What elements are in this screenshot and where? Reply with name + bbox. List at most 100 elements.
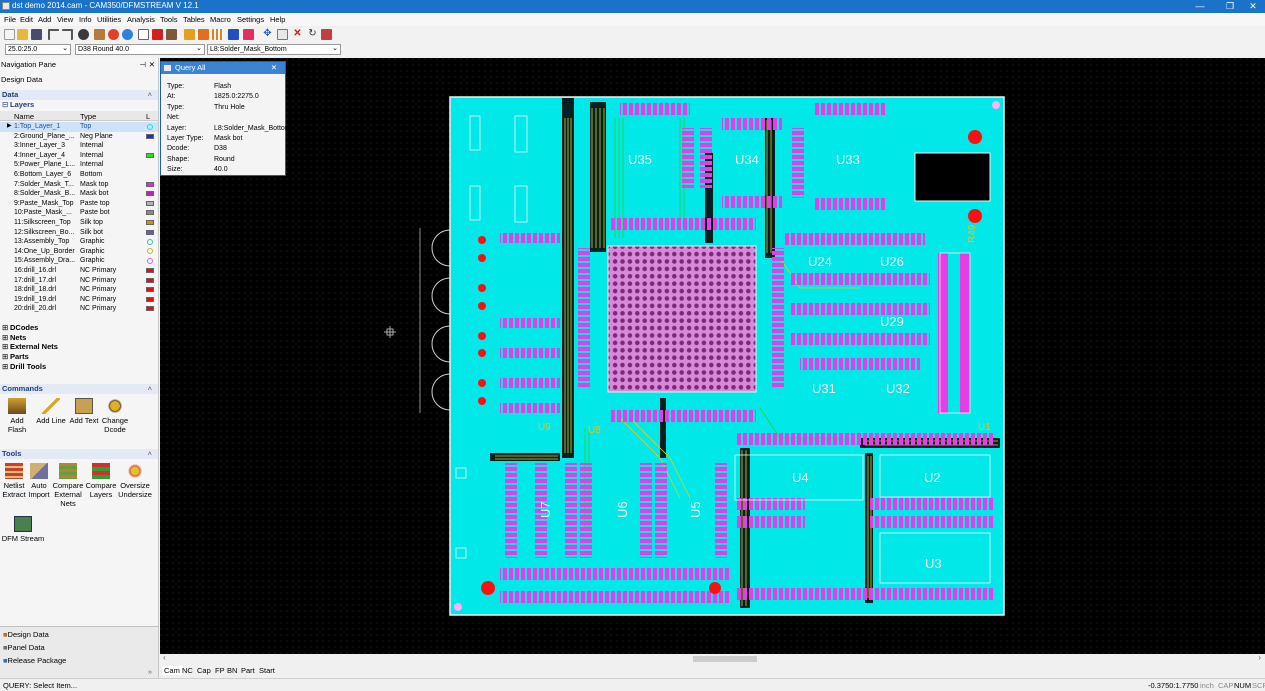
layer-row[interactable]: 8:Solder_Mask_B... Mask bot: [0, 189, 158, 199]
layer-color-swatch[interactable]: [146, 181, 154, 187]
netlist-extract-button[interactable]: Netlist Extract: [1, 463, 27, 499]
tab-cam[interactable]: Cam: [162, 666, 182, 675]
bottom-tab-design-data[interactable]: ■Design Data: [3, 630, 49, 639]
fill-icon[interactable]: [243, 29, 254, 40]
add-text-button[interactable]: Add Text: [68, 398, 100, 425]
expand-plus-icon[interactable]: ⊞: [2, 362, 8, 372]
layer-color-swatch[interactable]: [146, 229, 154, 235]
move-icon[interactable]: ✥: [262, 29, 273, 40]
snap-grid-icon[interactable]: [212, 29, 223, 40]
dfm-stream-button[interactable]: DFM Stream: [1, 516, 45, 543]
layer-color-swatch[interactable]: [147, 257, 153, 264]
query-close-button[interactable]: ✕: [271, 62, 277, 74]
commands-section-header[interactable]: Commands ˄: [0, 384, 158, 394]
layers-group[interactable]: ⊟ Layers: [0, 100, 158, 110]
query-dialog-titlebar[interactable]: Query All ✕: [161, 62, 285, 74]
design-data-tab[interactable]: Design Data: [0, 75, 158, 85]
layer-row[interactable]: 4:Inner_Layer_4 Internal: [0, 151, 158, 161]
scroll-left-icon[interactable]: ‹: [163, 653, 166, 662]
expand-plus-icon[interactable]: ⊞: [2, 352, 8, 362]
cam-canvas[interactable]: U35 U34 U33 U24 U26 U29 U31 U32 U4 U2 U3…: [160, 58, 1265, 654]
menu-tools[interactable]: Tools: [160, 15, 178, 24]
new-file-icon[interactable]: [4, 29, 15, 40]
menu-help[interactable]: Help: [270, 15, 285, 24]
layer-color-swatch[interactable]: [146, 210, 154, 216]
tab-cap[interactable]: Cap: [197, 666, 211, 675]
layer-row[interactable]: 10:Paste_Mask_... Paste bot: [0, 208, 158, 218]
col-name[interactable]: Name: [14, 112, 34, 121]
menu-view[interactable]: View: [57, 15, 73, 24]
group-external-nets[interactable]: ⊞ External Nets: [0, 342, 158, 352]
scroll-right-icon[interactable]: ›: [1258, 653, 1261, 662]
redo-icon[interactable]: [62, 29, 73, 40]
delete-icon[interactable]: ✕: [292, 29, 303, 40]
pcb-drawing[interactable]: U35 U34 U33 U24 U26 U29 U31 U32 U4 U2 U3…: [160, 58, 1265, 654]
layer-color-swatch[interactable]: [146, 152, 154, 158]
layer-row[interactable]: 5:Power_Plane_L... Internal: [0, 160, 158, 170]
expand-plus-icon[interactable]: ⊞: [2, 333, 8, 343]
layer-row[interactable]: ▶ 1:Top_Layer_1 Top: [0, 122, 158, 132]
tab-nc[interactable]: NC: [182, 666, 193, 675]
menu-file[interactable]: File: [4, 15, 16, 24]
undo-icon[interactable]: [48, 29, 59, 40]
compare-external-nets-button[interactable]: Compare External Nets: [52, 463, 84, 508]
menu-add[interactable]: Add: [38, 15, 51, 24]
bottom-tab-panel-data[interactable]: ■Panel Data: [3, 643, 45, 652]
layer-select[interactable]: L8:Solder_Mask_Bottom ⌄: [207, 44, 341, 55]
zoom-window-icon[interactable]: [138, 29, 149, 40]
group-parts[interactable]: ⊞ Parts: [0, 352, 158, 362]
minimize-button[interactable]: —: [1185, 0, 1215, 13]
zoom-in-icon[interactable]: [108, 29, 119, 40]
query-icon[interactable]: [321, 29, 332, 40]
menu-macro[interactable]: Macro: [210, 15, 231, 24]
collapse-icon[interactable]: ˄: [148, 384, 152, 394]
expand-plus-icon[interactable]: ⊞: [2, 323, 8, 333]
group-dcodes[interactable]: ⊞ DCodes: [0, 323, 158, 333]
horizontal-scrollbar[interactable]: ‹ ›: [160, 653, 1265, 664]
layer-color-swatch[interactable]: [146, 306, 154, 312]
col-l[interactable]: L: [146, 112, 150, 121]
close-window-button[interactable]: ✕: [1238, 0, 1265, 13]
save-icon[interactable]: [31, 29, 42, 40]
layer-row[interactable]: 2:Ground_Plane_... Neg Plane: [0, 132, 158, 142]
layer-row[interactable]: 6:Bottom_Layer_6 Bottom: [0, 170, 158, 180]
layer-color-swatch[interactable]: [146, 268, 154, 273]
tab-start[interactable]: Start: [259, 666, 275, 675]
layer-row[interactable]: 15:Assembly_Dra... Graphic: [0, 256, 158, 266]
menu-tables[interactable]: Tables: [183, 15, 205, 24]
layers-icon[interactable]: [184, 29, 195, 40]
rotate-icon[interactable]: ↻: [307, 29, 318, 40]
col-type[interactable]: Type: [80, 112, 96, 121]
close-icon[interactable]: ✕: [149, 60, 155, 69]
expand-plus-icon[interactable]: ⊞: [2, 342, 8, 352]
record-icon[interactable]: [78, 29, 89, 40]
layer-row[interactable]: 16:drill_16.drl NC Primary: [0, 266, 158, 276]
add-flash-button[interactable]: Add Flash: [2, 398, 32, 434]
layer-color-swatch[interactable]: [146, 220, 154, 225]
layer-color-swatch[interactable]: [146, 296, 154, 302]
layer-row[interactable]: 9:Paste_Mask_Top Paste top: [0, 199, 158, 209]
scroll-thumb[interactable]: [693, 656, 757, 662]
tab-fp[interactable]: FP: [215, 666, 225, 675]
query-all-dialog[interactable]: Query All ✕ Type: Flash At: 1825.0:2275.0 Ty…: [160, 61, 291, 176]
layer-row[interactable]: 18:drill_18.drl NC Primary: [0, 285, 158, 295]
layer-color-swatch[interactable]: [146, 200, 154, 206]
pin-icon[interactable]: ⊣: [139, 60, 146, 69]
menu-utilities[interactable]: Utilities: [97, 15, 121, 24]
layer-row[interactable]: 19:drill_19.drl NC Primary: [0, 295, 158, 305]
layer-row[interactable]: 17:drill_17.drl NC Primary: [0, 276, 158, 286]
menu-info[interactable]: Info: [79, 15, 92, 24]
layer-row[interactable]: 14:One_Up_Border Graphic: [0, 247, 158, 257]
expand-chevron-icon[interactable]: »: [148, 667, 152, 676]
open-folder-icon[interactable]: [17, 29, 28, 40]
layer-row[interactable]: 11:Silkscreen_Top Silk top: [0, 218, 158, 228]
layer-row[interactable]: 3:Inner_Layer_3 Internal: [0, 141, 158, 151]
layer-row[interactable]: 7:Solder_Mask_T... Mask top: [0, 180, 158, 190]
layer-color-swatch[interactable]: [147, 248, 153, 255]
data-section-header[interactable]: Data ˄: [0, 90, 158, 100]
zoom-out-icon[interactable]: [122, 29, 133, 40]
grid-select[interactable]: 25.0:25.0 ⌄: [5, 44, 71, 55]
bottom-tab-release-package[interactable]: ■Release Package: [3, 656, 66, 665]
add-line-button[interactable]: Add Line: [36, 398, 66, 425]
menu-edit[interactable]: Edit: [20, 15, 33, 24]
